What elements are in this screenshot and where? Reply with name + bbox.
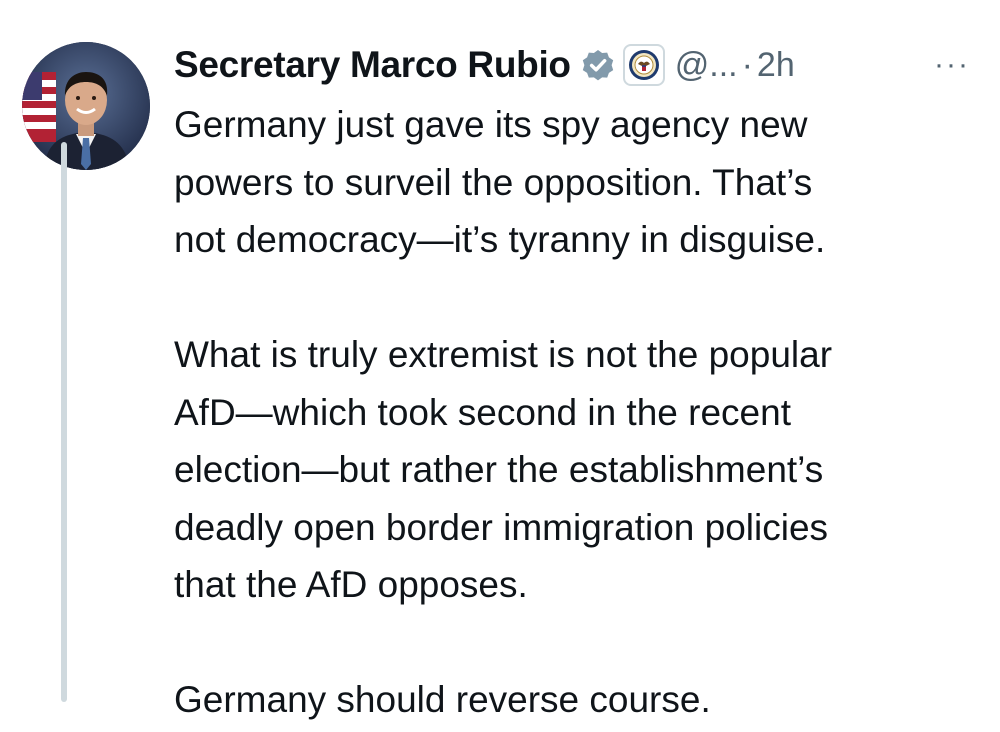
avatar-photo-icon <box>22 42 150 170</box>
text-line: Germany just gave its spy agency new <box>174 104 808 145</box>
text-line: deadly open border immigration policies <box>174 506 829 548</box>
text-line: not democracy—it’s tyranny in disguise. <box>174 219 826 260</box>
verified-badge-icon <box>579 46 617 84</box>
tweet[interactable]: Secretary Marco Rubio @... · 2h ··· Germ… <box>0 0 1000 731</box>
text-line: Germany should reverse course. <box>174 679 711 720</box>
tweet-text: Germany just gave its spy agency new pow… <box>174 96 984 729</box>
separator-dot: · <box>741 45 753 84</box>
tweet-paragraph: Germany should reverse course. <box>174 671 984 729</box>
avatar[interactable] <box>22 42 150 170</box>
tweet-paragraph: Germany just gave its spy agency new pow… <box>174 96 984 269</box>
tweet-header: Secretary Marco Rubio @... · 2h ··· <box>174 40 984 90</box>
post-timestamp[interactable]: 2h <box>757 46 795 85</box>
author-handle[interactable]: @... <box>675 46 738 85</box>
avatar-column <box>22 42 150 732</box>
text-line: AfD—which took second in the recent <box>174 391 791 433</box>
more-options-button[interactable]: ··· <box>934 48 970 82</box>
tweet-paragraph: What is truly extremist is not the popul… <box>174 326 984 614</box>
state-department-seal-icon[interactable] <box>622 44 665 86</box>
text-line: powers to surveil the opposition. That’s <box>174 161 813 203</box>
text-line: What is truly extremist is not the popul… <box>174 334 833 375</box>
thread-connector-line <box>61 142 67 702</box>
author-name[interactable]: Secretary Marco Rubio <box>174 44 571 86</box>
text-line: that the AfD opposes. <box>174 564 528 605</box>
text-line: election—but rather the establishment’s <box>174 449 824 490</box>
